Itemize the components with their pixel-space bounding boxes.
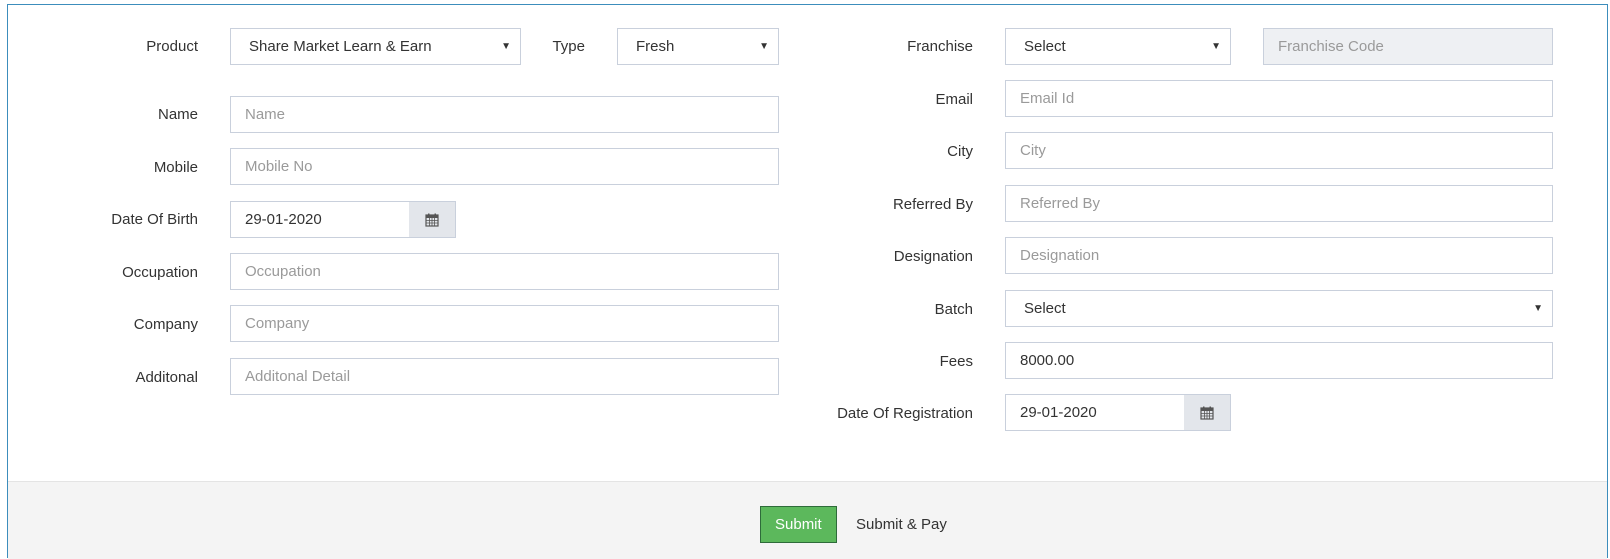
chevron-down-icon: ▼ [1533, 303, 1543, 314]
mobile-placeholder: Mobile No [245, 158, 313, 175]
designation-placeholder: Designation [1020, 247, 1100, 264]
dob-input[interactable]: 29-01-2020 [230, 201, 410, 238]
calendar-icon [1200, 406, 1214, 420]
mobile-input[interactable]: Mobile No [230, 148, 779, 185]
email-input[interactable]: Email Id [1005, 80, 1553, 117]
registration-date-label: Date Of Registration [837, 405, 973, 422]
calendar-icon [425, 213, 439, 227]
occupation-label: Occupation [122, 264, 198, 281]
franchise-select-value: Select [1024, 38, 1066, 55]
fees-value: 8000.00 [1020, 352, 1075, 369]
product-select-value: Share Market Learn & Earn [249, 38, 432, 55]
additional-input[interactable]: Additonal Detail [230, 358, 779, 395]
batch-label: Batch [934, 301, 973, 318]
batch-select-value: Select [1024, 300, 1066, 317]
product-label: Product [146, 38, 198, 55]
company-placeholder: Company [245, 315, 310, 332]
mobile-label: Mobile [153, 159, 198, 176]
fees-label: Fees [939, 353, 973, 370]
email-placeholder: Email Id [1020, 90, 1075, 107]
type-select[interactable]: Fresh ▼ [617, 28, 779, 65]
dob-value: 29-01-2020 [245, 211, 322, 228]
dob-label: Date Of Birth [111, 211, 198, 228]
referred-by-placeholder: Referred By [1020, 195, 1101, 212]
additional-label: Additonal [135, 369, 198, 386]
type-label: Type [552, 38, 585, 55]
referred-by-label: Referred By [892, 196, 973, 213]
submit-pay-button[interactable]: Submit & Pay [841, 506, 962, 543]
product-select[interactable]: Share Market Learn & Earn ▼ [230, 28, 521, 65]
registration-date-input[interactable]: 29-01-2020 [1005, 394, 1185, 431]
registration-date-value: 29-01-2020 [1020, 404, 1097, 421]
city-label: City [947, 143, 973, 160]
additional-placeholder: Additonal Detail [245, 368, 351, 385]
franchise-label: Franchise [907, 38, 973, 55]
name-input[interactable]: Name [230, 96, 779, 133]
registration-form: Product Share Market Learn & Earn ▼ Type… [7, 4, 1608, 559]
name-label: Name [157, 106, 198, 123]
franchise-select[interactable]: Select ▼ [1005, 28, 1231, 65]
city-input[interactable]: City [1005, 132, 1553, 169]
occupation-placeholder: Occupation [245, 263, 321, 280]
form-footer: Submit Submit & Pay [8, 481, 1607, 559]
company-label: Company [133, 316, 198, 333]
city-placeholder: City [1020, 142, 1046, 159]
name-placeholder: Name [245, 106, 286, 123]
designation-input[interactable]: Designation [1005, 237, 1553, 274]
franchise-code-placeholder: Franchise Code [1278, 38, 1384, 55]
referred-by-input[interactable]: Referred By [1005, 185, 1553, 222]
company-input[interactable]: Company [230, 305, 779, 342]
franchise-code-input: Franchise Code [1263, 28, 1553, 65]
occupation-input[interactable]: Occupation [230, 253, 779, 290]
fees-input[interactable]: 8000.00 [1005, 342, 1553, 379]
submit-button[interactable]: Submit [760, 506, 837, 543]
email-label: Email [935, 91, 973, 108]
chevron-down-icon: ▼ [759, 41, 769, 52]
dob-calendar-button[interactable] [409, 201, 456, 238]
registration-calendar-button[interactable] [1184, 394, 1231, 431]
batch-select[interactable]: Select ▼ [1005, 290, 1553, 327]
chevron-down-icon: ▼ [1211, 41, 1221, 52]
type-select-value: Fresh [636, 38, 675, 55]
designation-label: Designation [893, 248, 973, 265]
